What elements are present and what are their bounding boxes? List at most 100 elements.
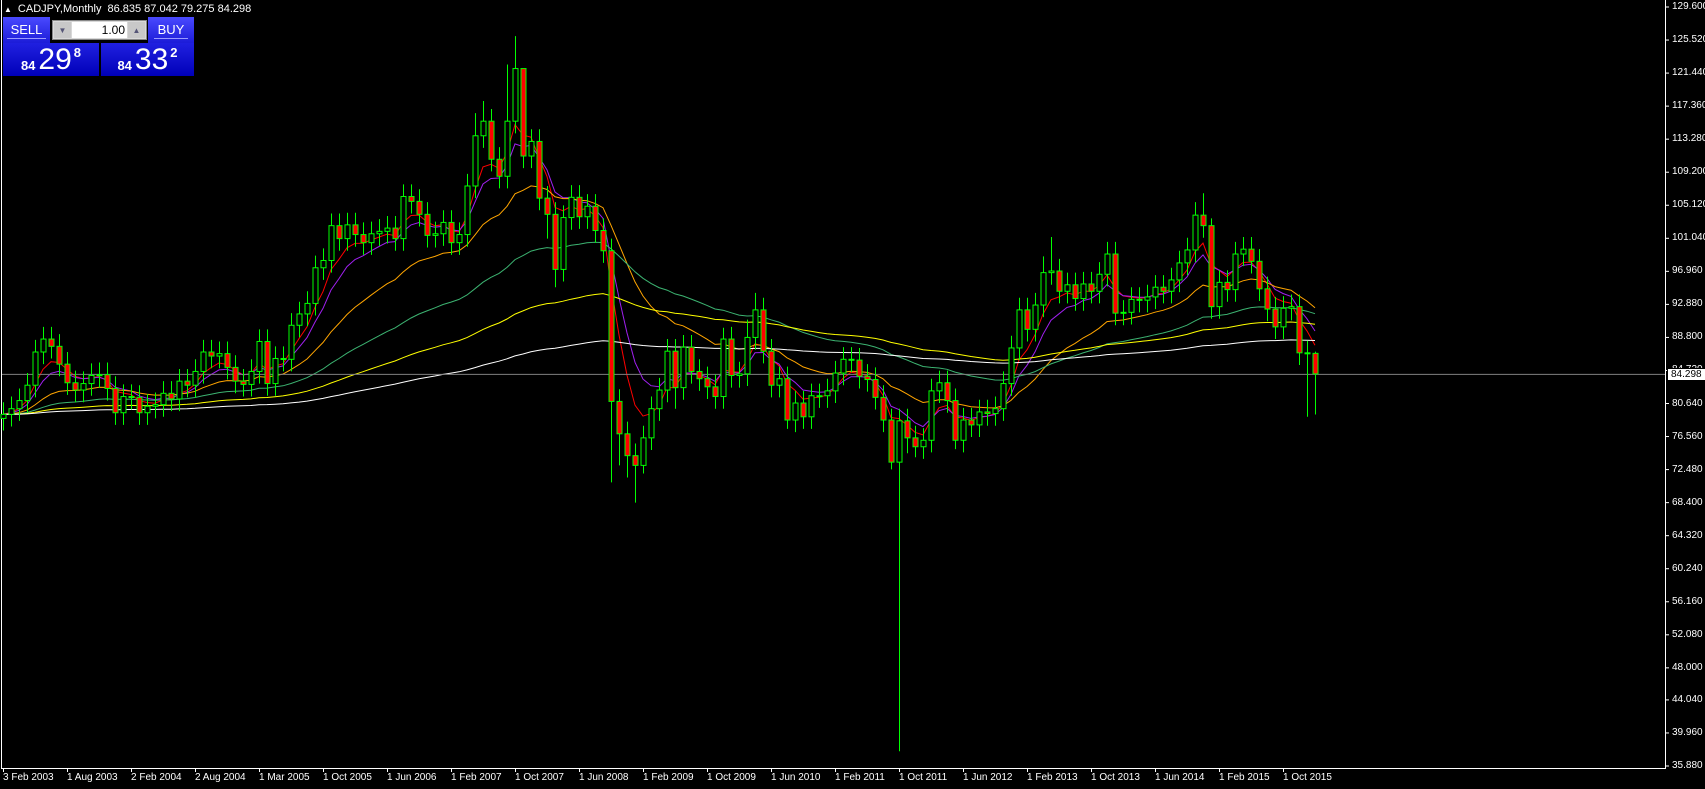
candle — [104, 362, 111, 401]
price-tick-label: 96.960 — [1672, 265, 1703, 277]
candle-body-bear — [496, 158, 503, 177]
candle — [384, 215, 391, 244]
candle — [1208, 218, 1215, 319]
candle-body-bear — [1024, 309, 1031, 330]
lot-size-stepper[interactable]: ▼ ▲ — [52, 20, 147, 40]
price-tick-label: 88.800 — [1672, 331, 1703, 343]
candle — [336, 213, 343, 251]
sell-button[interactable]: SELL — [3, 17, 50, 43]
candle-body-bull — [440, 221, 447, 235]
candle-body-bear — [712, 386, 719, 398]
candle — [912, 425, 919, 458]
price-tick-label: 76.560 — [1672, 430, 1703, 442]
candle-body-bull — [176, 380, 183, 400]
sell-price-fraction: 8 — [73, 45, 82, 60]
candle — [280, 346, 287, 372]
candle — [936, 370, 943, 404]
candle-body-bear — [760, 309, 767, 352]
candle-body-bear — [336, 225, 343, 240]
candle — [400, 184, 407, 251]
candle — [504, 64, 511, 189]
candle-body-bull — [1096, 273, 1103, 292]
candle — [864, 364, 871, 392]
lot-size-input[interactable] — [72, 22, 127, 38]
price-chart[interactable] — [0, 0, 1705, 789]
candle-body-bull — [1000, 383, 1007, 410]
candle-body-bear — [1312, 352, 1319, 375]
candle-body-bear — [392, 227, 399, 240]
candle — [64, 352, 71, 395]
candle — [784, 366, 791, 429]
candle — [472, 113, 479, 199]
time-tick-label: 1 Feb 2015 — [1219, 772, 1270, 783]
candle-body-bear — [856, 359, 863, 377]
candle-body-bull — [384, 227, 391, 232]
candle-body-bear — [704, 378, 711, 388]
candle-body-bull — [1016, 309, 1023, 349]
candle-body-bull — [1232, 253, 1239, 291]
candle-body-bear — [264, 340, 271, 385]
time-tick-label: 1 Feb 2009 — [643, 772, 694, 783]
candle-body-bull — [1288, 306, 1295, 309]
candle-body-bear — [112, 387, 119, 414]
candle-body-bull — [328, 225, 335, 261]
time-tick-label: 1 Feb 2007 — [451, 772, 502, 783]
buy-button[interactable]: BUY — [148, 17, 194, 43]
candle — [464, 173, 471, 247]
candle — [1120, 300, 1127, 326]
candle — [40, 326, 47, 365]
candle — [320, 248, 327, 280]
candle — [1280, 296, 1287, 340]
sell-price-tile[interactable]: 84 29 8 — [3, 43, 99, 76]
price-tick-label: 109.200 — [1672, 166, 1705, 178]
candle — [416, 189, 423, 227]
candle-body-bear — [608, 250, 615, 402]
candle-body-bull — [144, 405, 151, 414]
candle-body-bear — [632, 455, 639, 466]
candle-body-bull — [216, 353, 223, 357]
candle — [880, 385, 887, 433]
candle — [568, 185, 575, 230]
time-tick-label: 1 Oct 2005 — [323, 772, 372, 783]
increase-lot-button[interactable]: ▲ — [128, 22, 145, 38]
candle — [56, 334, 63, 377]
candle-body-bull — [432, 233, 439, 236]
candle-body-bear — [360, 234, 367, 244]
buy-price-pips: 33 — [134, 43, 169, 76]
candle — [920, 428, 927, 459]
candle-body-bear — [1088, 283, 1095, 292]
candle-body-bear — [280, 357, 287, 360]
candle-body-bull — [928, 390, 935, 441]
candle — [272, 346, 279, 396]
collapse-triangle-icon[interactable]: ▲ — [4, 5, 12, 14]
candle-body-bear — [240, 380, 247, 385]
price-tick-label: 56.160 — [1672, 595, 1703, 607]
candle — [240, 369, 247, 397]
candle-body-bull — [1280, 307, 1287, 328]
candle — [24, 373, 31, 413]
candle-body-bull — [1104, 253, 1111, 275]
candle — [816, 383, 823, 408]
candle-body-bear — [872, 379, 879, 398]
price-tick-label: 68.400 — [1672, 496, 1703, 508]
candle — [968, 407, 975, 438]
candle — [1016, 297, 1023, 361]
candle — [624, 421, 631, 478]
candle-body-bear — [728, 338, 735, 376]
candle-body-bear — [56, 345, 63, 365]
candle — [1080, 271, 1087, 311]
decrease-lot-button[interactable]: ▼ — [54, 22, 71, 38]
candle — [8, 396, 15, 427]
sell-price-prefix: 84 — [20, 58, 36, 73]
candle — [1064, 272, 1071, 304]
candle-body-bull — [96, 374, 103, 377]
candle-body-bull — [368, 233, 375, 244]
candle — [744, 319, 751, 387]
candle-body-bear — [688, 346, 695, 372]
buy-price-tile[interactable]: 84 33 2 — [101, 43, 194, 76]
candle-body-bull — [824, 390, 831, 397]
time-tick-label: 1 Aug 2003 — [67, 772, 118, 783]
candle-body-bull — [120, 396, 127, 414]
candle — [1040, 256, 1047, 318]
candle-body-bear — [912, 437, 919, 448]
